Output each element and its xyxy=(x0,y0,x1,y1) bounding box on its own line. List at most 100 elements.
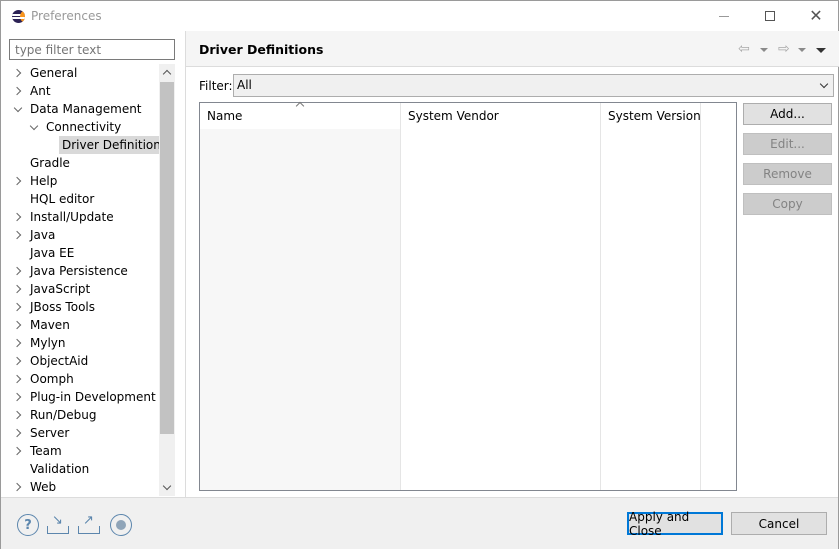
tree-item[interactable]: Web xyxy=(12,478,159,496)
close-icon: ✕ xyxy=(809,6,823,25)
tree-item-label: Validation xyxy=(30,462,90,476)
scroll-thumb[interactable] xyxy=(160,82,174,434)
chevron-right-icon[interactable] xyxy=(12,478,24,496)
filter-input[interactable] xyxy=(9,39,175,60)
column-header-name[interactable]: Name xyxy=(200,101,401,129)
name-column-background xyxy=(200,129,401,490)
chevron-right-icon[interactable] xyxy=(12,406,24,424)
help-icon[interactable]: ? xyxy=(17,514,39,536)
filter-label: Filter: xyxy=(199,79,233,93)
column-divider[interactable] xyxy=(600,103,601,490)
chevron-down-icon[interactable] xyxy=(28,118,40,136)
tree-item[interactable]: Driver Definitions xyxy=(44,136,171,154)
chevron-right-icon[interactable] xyxy=(12,226,24,244)
scroll-up-icon[interactable] xyxy=(159,64,175,81)
close-button[interactable]: ✕ xyxy=(793,1,839,31)
maximize-button[interactable] xyxy=(747,1,793,31)
chevron-down-icon[interactable] xyxy=(12,100,24,118)
tree-item-label: Connectivity xyxy=(46,120,122,134)
column-divider[interactable] xyxy=(400,103,401,490)
record-icon[interactable] xyxy=(110,514,132,536)
tree-item[interactable]: Maven xyxy=(12,316,159,334)
forward-dropdown-icon[interactable] xyxy=(798,41,806,57)
chevron-right-icon[interactable] xyxy=(12,388,24,406)
tree-item-label: Mylyn xyxy=(30,336,66,350)
chevron-right-icon[interactable] xyxy=(12,82,24,100)
apply-and-close-button[interactable]: Apply and Close xyxy=(627,510,723,538)
copy-button[interactable]: Copy xyxy=(743,193,832,215)
column-divider[interactable] xyxy=(700,103,701,490)
tree-item[interactable]: Plug-in Development xyxy=(12,388,159,406)
view-menu-icon[interactable] xyxy=(816,41,826,57)
chevron-right-icon[interactable] xyxy=(12,352,24,370)
page-title: Driver Definitions xyxy=(199,42,324,57)
record-dot xyxy=(116,520,126,530)
tree-item[interactable]: Mylyn xyxy=(12,334,159,352)
chevron-right-icon[interactable] xyxy=(12,442,24,460)
column-header-label: System Version xyxy=(608,109,701,123)
sort-ascending-icon xyxy=(295,101,305,111)
tree-scrollbar[interactable] xyxy=(159,64,175,496)
driver-table[interactable]: Name System Vendor System Version xyxy=(199,101,737,491)
tree-item[interactable]: Help xyxy=(12,172,159,190)
chevron-right-icon[interactable] xyxy=(12,208,24,226)
tree-item-label: Oomph xyxy=(30,372,74,386)
chevron-right-icon[interactable] xyxy=(12,172,24,190)
column-header-filler xyxy=(701,103,736,129)
tree-item[interactable]: Run/Debug xyxy=(12,406,159,424)
tree-item-label: Server xyxy=(30,426,70,440)
scroll-down-icon[interactable] xyxy=(159,479,175,496)
chevron-right-icon[interactable] xyxy=(12,262,24,280)
tree-item[interactable]: Java EE xyxy=(12,244,159,262)
column-header-version[interactable]: System Version xyxy=(601,103,701,129)
forward-arrow-icon[interactable]: ⇨ xyxy=(778,41,790,57)
title-bar: Preferences ✕ xyxy=(1,1,838,31)
tree-item-label: Ant xyxy=(30,84,51,98)
tree-item-label: Install/Update xyxy=(30,210,114,224)
tree-item-label: JBoss Tools xyxy=(30,300,95,314)
tree-item[interactable]: HQL editor xyxy=(12,190,159,208)
chevron-right-icon[interactable] xyxy=(12,64,24,82)
import-icon[interactable]: ↘ xyxy=(47,514,69,536)
minimize-button[interactable] xyxy=(701,1,747,31)
tree-item[interactable]: Validation xyxy=(12,460,159,478)
tree-item[interactable]: Ant xyxy=(12,82,159,100)
export-icon[interactable]: ↗ xyxy=(78,514,100,536)
tree-item[interactable]: General xyxy=(12,64,159,82)
chevron-down-icon xyxy=(819,79,829,89)
chevron-right-icon[interactable] xyxy=(12,280,24,298)
chevron-right-icon[interactable] xyxy=(12,370,24,388)
tree-item[interactable]: ObjectAid xyxy=(12,352,159,370)
tree-item[interactable]: Java xyxy=(12,226,159,244)
chevron-right-icon[interactable] xyxy=(12,316,24,334)
cancel-button[interactable]: Cancel xyxy=(731,512,827,535)
tree-item[interactable]: Team xyxy=(12,442,159,460)
tree-item[interactable]: Oomph xyxy=(12,370,159,388)
tree-item-label: JavaScript xyxy=(30,282,91,296)
tree-item[interactable]: Connectivity xyxy=(28,118,159,136)
tree-item[interactable]: Java Persistence xyxy=(12,262,159,280)
tree-item[interactable]: JavaScript xyxy=(12,280,159,298)
back-dropdown-icon[interactable] xyxy=(760,41,768,57)
tree-item-label: Java Persistence xyxy=(30,264,128,278)
tree-item-label: Driver Definitions xyxy=(59,136,171,154)
tree-item[interactable]: Data Management xyxy=(12,100,159,118)
chevron-right-icon[interactable] xyxy=(12,334,24,352)
tree-item-label: Team xyxy=(30,444,62,458)
import-arrow-icon: ↘ xyxy=(52,513,63,528)
pane-divider[interactable] xyxy=(185,31,186,497)
minimize-icon xyxy=(719,15,729,17)
chevron-right-icon[interactable] xyxy=(12,424,24,442)
filter-select[interactable]: All xyxy=(233,74,834,97)
remove-button[interactable]: Remove xyxy=(743,163,832,185)
tree-item[interactable]: Gradle xyxy=(12,154,159,172)
add-button[interactable]: Add... xyxy=(743,103,832,125)
chevron-right-icon[interactable] xyxy=(12,298,24,316)
tree-item[interactable]: Server xyxy=(12,424,159,442)
column-header-vendor[interactable]: System Vendor xyxy=(401,103,601,129)
edit-button[interactable]: Edit... xyxy=(743,133,832,155)
back-arrow-icon[interactable]: ⇦ xyxy=(738,41,750,57)
tree-item[interactable]: Install/Update xyxy=(12,208,159,226)
tree-item[interactable]: JBoss Tools xyxy=(12,298,159,316)
eclipse-icon xyxy=(12,10,25,23)
